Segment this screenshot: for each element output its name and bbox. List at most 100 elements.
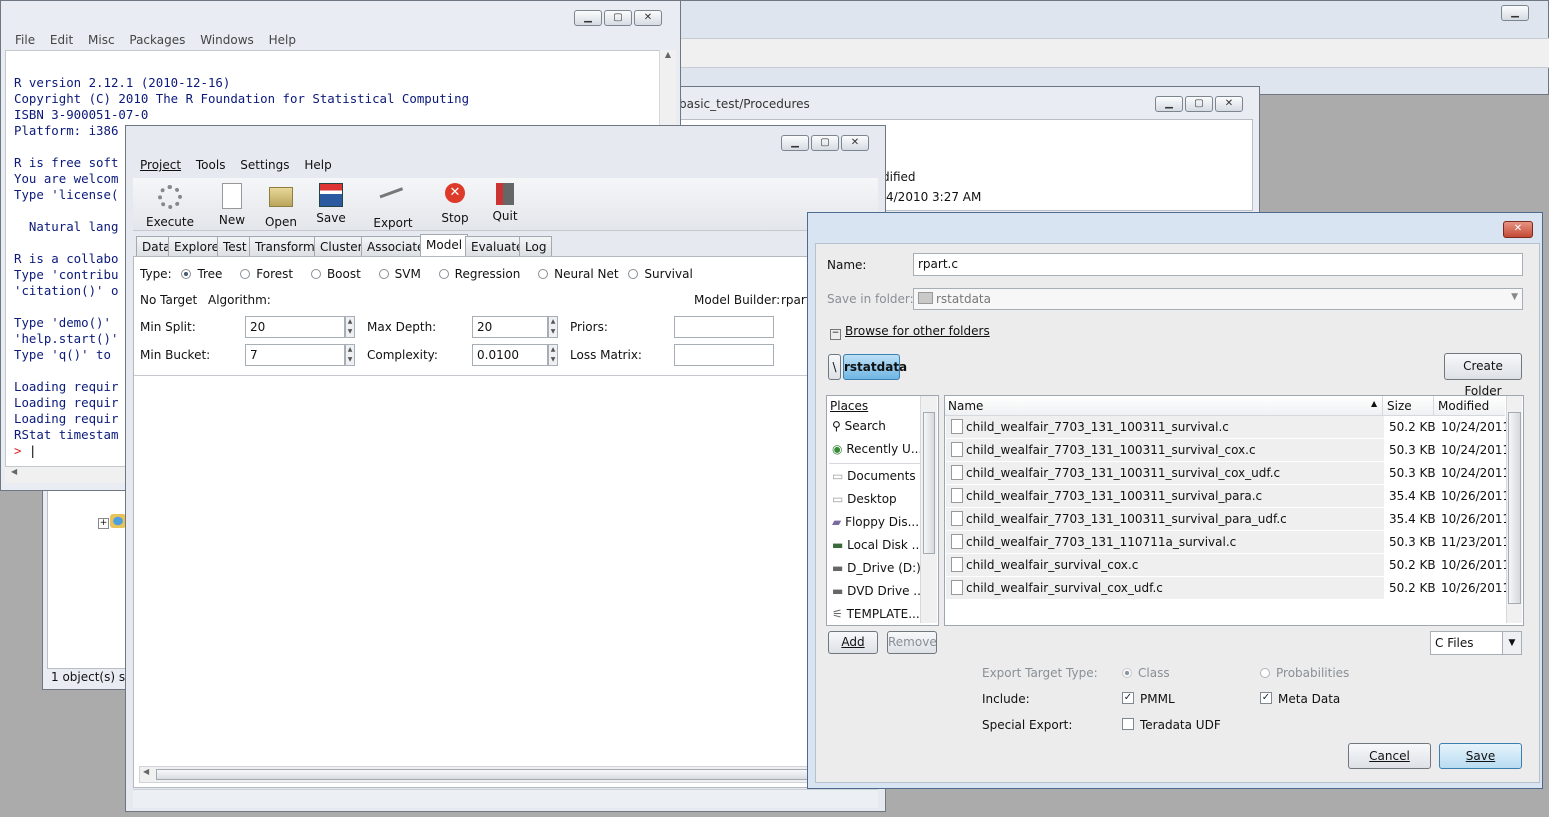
column-size[interactable]: Size (1387, 399, 1412, 413)
places-scrollbar[interactable] (920, 396, 937, 623)
radio-forest[interactable]: Forest (240, 267, 293, 281)
min-bucket-stepper[interactable]: ▲ ▼ (345, 344, 355, 366)
complexity-input[interactable]: 0.0100 (472, 344, 548, 366)
max-depth-input[interactable]: 20 (472, 316, 548, 338)
minimize-icon[interactable]: ▁ (1501, 5, 1529, 21)
tab-test[interactable]: Test (217, 236, 253, 256)
place-floppy[interactable]: ▰ Floppy Dis... (832, 515, 919, 529)
file-row-details[interactable]: 35.4 KB 10/26/2011 (1385, 508, 1510, 530)
file-list-scrollbar[interactable] (1506, 396, 1522, 623)
maximize-icon[interactable]: ▢ (604, 10, 632, 26)
open-button[interactable]: Open (254, 183, 308, 229)
meta-data-checkbox[interactable]: ✓ (1260, 692, 1272, 704)
close-icon[interactable]: ✕ (1215, 96, 1243, 112)
close-icon[interactable]: ✕ (1503, 221, 1533, 238)
file-row[interactable]: child_wealfair_7703_131_100311_survival_… (946, 508, 1384, 530)
file-row-details[interactable]: 35.4 KB 10/26/2011 (1385, 485, 1510, 507)
new-button[interactable]: New (205, 183, 259, 227)
place-desktop[interactable]: ▭ Desktop (832, 492, 897, 506)
file-row-details[interactable]: 50.3 KB 11/23/2011 (1385, 531, 1510, 553)
menu-packages[interactable]: Packages (129, 33, 185, 47)
places-header[interactable]: Places (830, 399, 868, 413)
radio-class[interactable]: Class (1122, 666, 1170, 680)
column-name[interactable]: Name (948, 399, 983, 413)
column-modified[interactable]: dified (882, 170, 916, 184)
teradata-udf-checkbox[interactable] (1122, 718, 1134, 730)
file-row-details[interactable]: 50.3 KB 10/24/2011 (1385, 462, 1510, 484)
place-template[interactable]: ⚟ TEMPLATE... (832, 607, 920, 621)
filename-input[interactable]: rpart.c (913, 253, 1523, 276)
radio-regression[interactable]: Regression (438, 267, 520, 281)
minimize-icon[interactable]: ▁ (1155, 96, 1183, 112)
menu-help[interactable]: Help (304, 158, 331, 172)
path-root-button[interactable]: \ (828, 354, 841, 380)
radio-svm[interactable]: SVM (378, 267, 421, 281)
max-depth-stepper[interactable]: ▲ ▼ (548, 316, 558, 338)
remove-button[interactable]: Remove (887, 631, 937, 654)
place-local-disk[interactable]: ▬ Local Disk ... (832, 538, 923, 552)
quit-button[interactable]: Quit (478, 183, 532, 223)
menu-project[interactable]: Project (140, 158, 181, 172)
tab-model[interactable]: Model (420, 234, 469, 256)
min-split-stepper[interactable]: ▲ ▼ (345, 316, 355, 338)
menu-tools[interactable]: Tools (196, 158, 226, 172)
browse-folders-toggle[interactable]: − Browse for other folders (830, 324, 990, 340)
save-button[interactable]: Save (1439, 743, 1522, 769)
minimize-icon[interactable]: ▁ (781, 135, 809, 151)
save-in-select[interactable]: rstatdata ▼ (913, 288, 1523, 310)
file-row[interactable]: child_wealfair_survival_cox.c (946, 554, 1384, 576)
file-row[interactable]: child_wealfair_7703_131_110711a_survival… (946, 531, 1384, 553)
file-row[interactable]: child_wealfair_7703_131_100311_survival_… (946, 439, 1384, 461)
menu-edit[interactable]: Edit (50, 33, 73, 47)
min-bucket-input[interactable]: 7 (245, 344, 345, 366)
path-current-button[interactable]: rstatdata (843, 354, 907, 380)
file-row-details[interactable]: 50.3 KB 10/24/2011 (1385, 439, 1510, 461)
maximize-icon[interactable]: ▢ (1185, 96, 1213, 112)
loss-matrix-input[interactable] (674, 344, 774, 366)
file-row[interactable]: child_wealfair_survival_cox_udf.c (946, 577, 1384, 599)
export-button[interactable]: Export (366, 183, 420, 230)
tab-transform[interactable]: Transform (249, 236, 321, 256)
file-row[interactable]: child_wealfair_7703_131_100311_survival_… (946, 462, 1384, 484)
radio-boost[interactable]: Boost (310, 267, 361, 281)
file-row-details[interactable]: 50.2 KB 10/24/2011 (1385, 416, 1510, 438)
complexity-stepper[interactable]: ▲ ▼ (548, 344, 558, 366)
file-row-details[interactable]: 50.2 KB 10/26/2011 (1385, 577, 1510, 599)
menu-windows[interactable]: Windows (200, 33, 254, 47)
place-recently-used[interactable]: ◉ Recently U... (832, 442, 922, 456)
list-item[interactable]: 4/2010 3:27 AM (886, 190, 981, 204)
create-folder-button[interactable]: Create Folder (1444, 353, 1522, 398)
file-row[interactable]: child_wealfair_7703_131_100311_survival_… (946, 485, 1384, 507)
menu-settings[interactable]: Settings (240, 158, 289, 172)
stop-button[interactable]: ✕ Stop (428, 183, 482, 225)
place-search[interactable]: ⚲ Search (832, 419, 886, 433)
tree-expand-icon[interactable]: + (98, 518, 109, 529)
close-icon[interactable]: ✕ (841, 135, 869, 151)
radio-tree[interactable]: Tree (181, 267, 222, 281)
cancel-button[interactable]: Cancel (1348, 743, 1431, 769)
radio-neural-net[interactable]: Neural Net (538, 267, 619, 281)
maximize-icon[interactable]: ▢ (811, 135, 839, 151)
file-row-details[interactable]: 50.2 KB 10/26/2011 (1385, 554, 1510, 576)
pmml-checkbox[interactable]: ✓ (1122, 692, 1134, 704)
place-documents[interactable]: ▭ Documents (832, 469, 916, 483)
tab-log[interactable]: Log (519, 236, 553, 256)
execute-button[interactable]: Execute (143, 183, 197, 229)
menu-misc[interactable]: Misc (88, 33, 115, 47)
file-row[interactable]: child_wealfair_7703_131_100311_survival.… (946, 416, 1384, 438)
model-horizontal-scrollbar[interactable]: ◀ (139, 766, 809, 783)
radio-survival[interactable]: Survival (628, 267, 693, 281)
save-button[interactable]: Save (304, 183, 358, 225)
file-type-select[interactable]: C Files ▼ (1430, 631, 1522, 655)
priors-input[interactable] (674, 316, 774, 338)
column-modified[interactable]: Modified (1438, 399, 1489, 413)
menu-help[interactable]: Help (269, 33, 296, 47)
place-dvd-drive[interactable]: ▬ DVD Drive ... (832, 584, 925, 598)
menu-file[interactable]: File (15, 33, 35, 47)
place-d-drive[interactable]: ▬ D_Drive (D:) (832, 561, 921, 575)
add-button[interactable]: Add (828, 631, 878, 654)
min-split-input[interactable]: 20 (245, 316, 345, 338)
radio-probabilities[interactable]: Probabilities (1260, 666, 1349, 680)
minimize-icon[interactable]: ▁ (574, 10, 602, 26)
close-icon[interactable]: ✕ (634, 10, 662, 26)
